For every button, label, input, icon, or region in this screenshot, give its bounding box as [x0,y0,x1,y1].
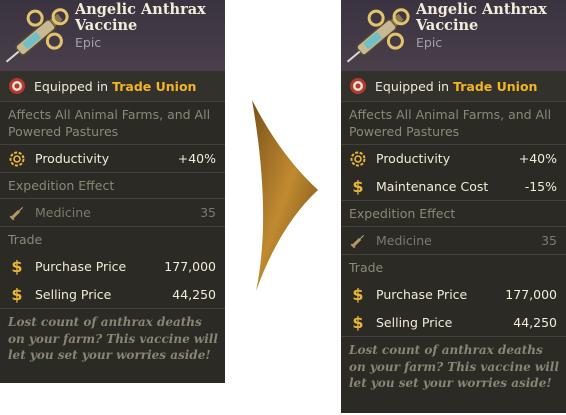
stat-name: Productivity [376,151,451,166]
stat-value: +40% [518,151,557,166]
syringe-icon [9,206,24,220]
equipped-prefix: Equipped in [375,78,450,94]
stat-value: 44,250 [513,314,557,330]
expedition-medicine-row: Medicine 35 [0,198,225,226]
item-title: Angelic Anthrax Vaccine [75,1,206,34]
purchase-price-row: $ Purchase Price 177,000 [341,280,566,308]
stat-name: Medicine [35,205,91,220]
stat-value: -15% [524,178,557,194]
selling-price-row: $ Selling Price 44,250 [0,280,225,308]
dollar-icon: $ [11,256,23,276]
item-tooltip-before: Angelic Anthrax Vaccine Epic Equipped in… [0,0,225,383]
expedition-section-label: Expedition Effect [341,200,566,226]
dollar-icon: $ [352,312,364,332]
stat-name: Selling Price [376,314,453,330]
stat-maintenance-cost: $ Maintenance Cost -15% [341,172,566,200]
equipped-prefix: Equipped in [34,78,109,94]
arrow-right-icon [252,100,318,291]
stat-name: Productivity [35,151,110,166]
flavor-text: Lost count of anthrax deaths on your far… [0,308,225,364]
stat-name: Maintenance Cost [376,178,489,194]
stat-value: 177,000 [505,286,557,302]
affects-description: Affects All Animal Farms, and All Powere… [341,101,566,144]
affects-description: Affects All Animal Farms, and All Powere… [0,101,225,144]
stat-productivity: Productivity +40% [341,144,566,172]
equipped-row: Equipped in Trade Union [341,71,566,101]
dollar-icon: $ [352,284,364,304]
selling-price-row: $ Selling Price 44,250 [341,308,566,336]
dollar-icon: $ [352,176,364,196]
stat-name: Medicine [376,233,432,248]
stat-productivity: Productivity +40% [0,144,225,172]
equipped-row: Equipped in Trade Union [0,71,225,101]
vaccine-syringe-icon [346,8,410,63]
gear-icon [350,151,366,166]
purchase-price-row: $ Purchase Price 177,000 [0,252,225,280]
item-header: Angelic Anthrax Vaccine Epic [0,0,225,71]
item-title: Angelic Anthrax Vaccine [416,1,547,34]
item-header: Angelic Anthrax Vaccine Epic [341,0,566,71]
expedition-section-label: Expedition Effect [0,172,225,198]
stat-name: Selling Price [35,286,112,302]
trade-section-label: Trade [0,226,225,252]
expedition-medicine-row: Medicine 35 [341,226,566,254]
item-tooltip-after: Angelic Anthrax Vaccine Epic Equipped in… [341,0,566,413]
stat-value: 35 [200,205,216,220]
stat-value: 177,000 [164,258,216,274]
item-rarity: Epic [416,35,443,50]
stat-name: Purchase Price [35,258,127,274]
syringe-icon [350,234,365,248]
gear-icon [9,151,25,166]
stat-value: 44,250 [172,286,216,302]
flavor-text: Lost count of anthrax deaths on your far… [341,336,566,392]
vaccine-syringe-icon [5,8,69,63]
trade-union-badge-icon [9,78,25,94]
dollar-icon: $ [11,284,23,304]
trade-section-label: Trade [341,254,566,280]
item-rarity: Epic [75,35,102,50]
trade-union-badge-icon [350,78,366,94]
stat-name: Purchase Price [376,286,468,302]
equipped-building-link[interactable]: Trade Union [453,79,537,94]
stat-value: 35 [541,233,557,248]
stat-value: +40% [177,151,216,166]
equipped-building-link[interactable]: Trade Union [112,79,196,94]
